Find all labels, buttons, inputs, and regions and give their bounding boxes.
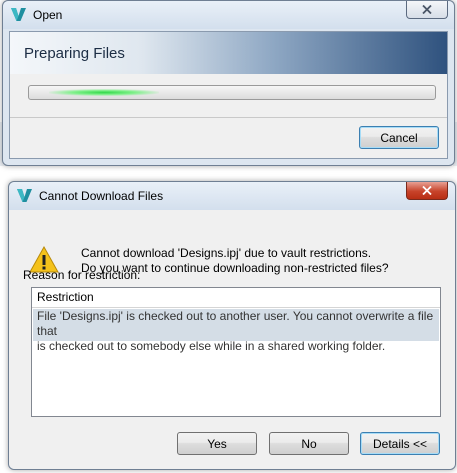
cannot-download-client: Cannot download 'Designs.ipj' due to vau… [9, 210, 455, 469]
details-button[interactable]: Details << [360, 432, 440, 455]
no-button[interactable]: No [269, 432, 349, 455]
message-line-1: Cannot download 'Designs.ipj' due to vau… [81, 246, 372, 260]
close-x-icon [422, 186, 432, 195]
list-item[interactable]: File 'Designs.ipj' is checked out to ano… [33, 309, 439, 353]
open-dialog-title: Open [33, 8, 63, 22]
cannot-download-dialog-titlebar[interactable]: Cannot Download Files [9, 182, 455, 210]
divider [10, 117, 447, 118]
open-dialog-titlebar[interactable]: Open [3, 1, 454, 29]
open-dialog-client: Preparing Files Cancel [9, 31, 448, 159]
reason-label: Reason for restriction: [23, 268, 141, 282]
cancel-button[interactable]: Cancel [359, 126, 439, 149]
progress-indicator [49, 89, 159, 96]
cannot-download-close-button[interactable] [406, 182, 448, 200]
restriction-list[interactable]: Restriction File 'Designs.ipj' is checke… [31, 287, 441, 417]
cannot-download-dialog: Cannot Download Files Cannot download 'D… [8, 181, 456, 470]
close-x-icon [422, 5, 432, 14]
vault-v-logo-icon [17, 189, 32, 202]
banner-title: Preparing Files [24, 45, 125, 62]
vault-v-logo-icon [11, 8, 26, 21]
open-dialog: Open Preparing Files Cancel [2, 0, 455, 166]
restriction-text-line-2: is checked out to somebody else while in… [37, 339, 386, 353]
column-header-restriction[interactable]: Restriction [32, 288, 440, 308]
restriction-text-line-1: File 'Designs.ipj' is checked out to ano… [37, 309, 434, 338]
yes-button[interactable]: Yes [177, 432, 257, 455]
open-dialog-close-button[interactable] [406, 1, 448, 19]
banner: Preparing Files [10, 32, 447, 74]
progress-bar [28, 85, 436, 100]
cannot-download-dialog-title: Cannot Download Files [39, 189, 164, 203]
